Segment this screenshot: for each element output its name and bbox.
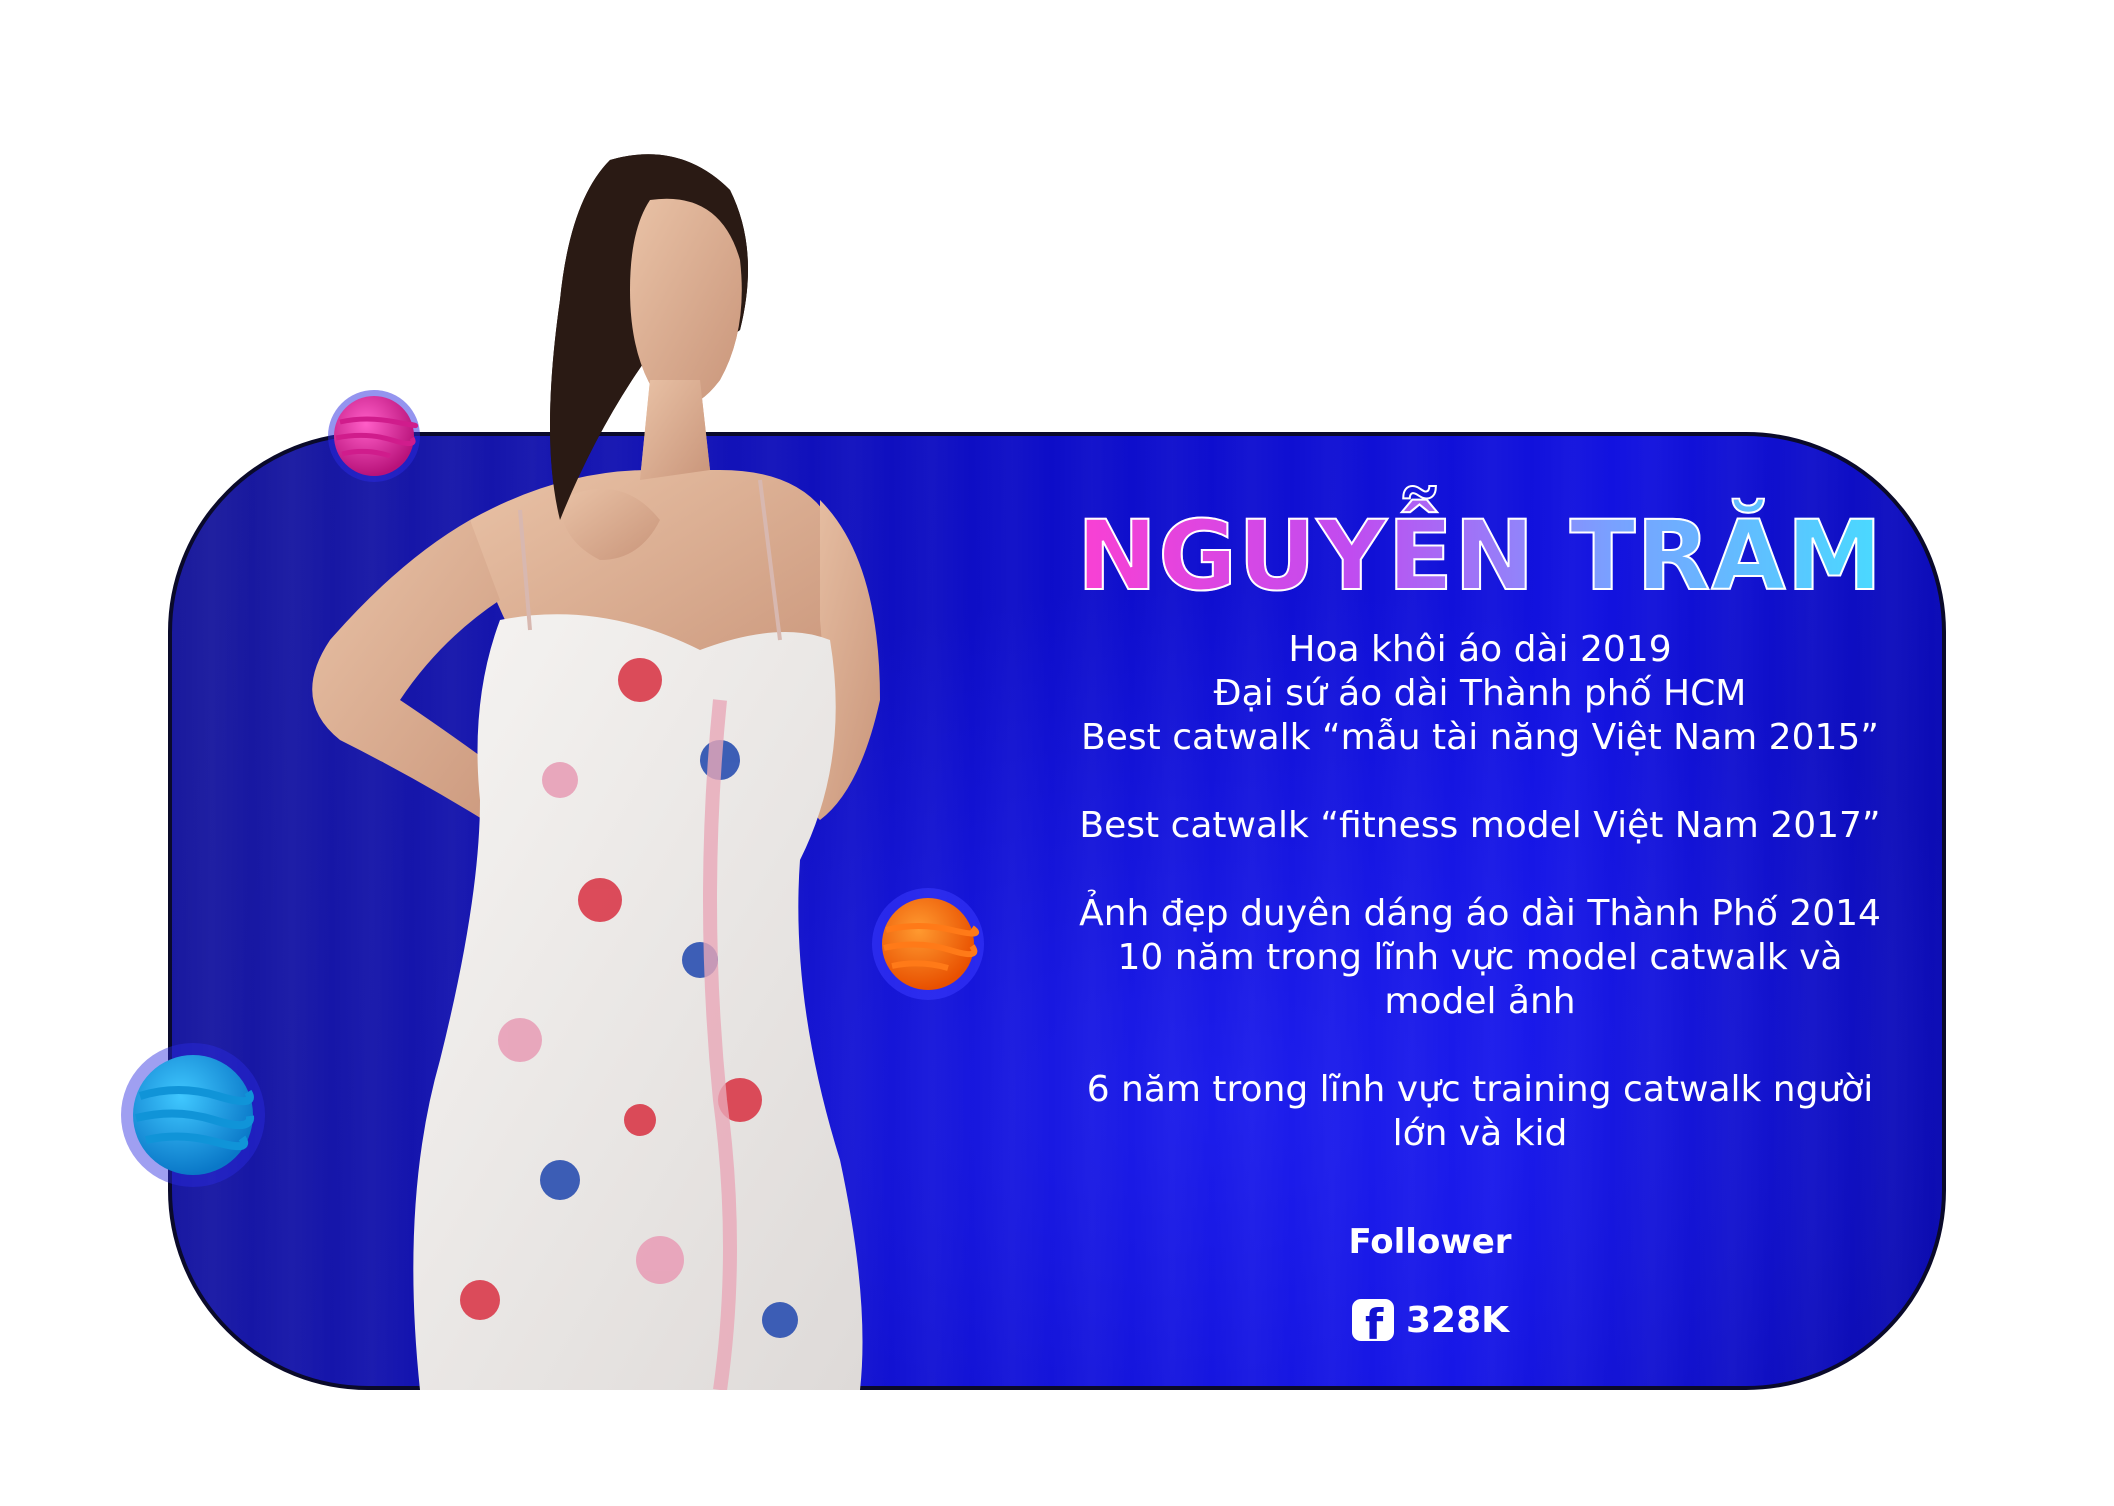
bio-line: 6 năm trong lĩnh vực training catwalk ng… <box>1086 1069 1874 1110</box>
bio-line: Best catwalk “mẫu tài năng Việt Nam 2015… <box>1081 717 1879 758</box>
bio-spacer <box>1040 848 1920 892</box>
facebook-icon[interactable]: f <box>1352 1299 1394 1349</box>
bio-line: Đại sứ áo dài Thành phố HCM <box>1213 673 1747 714</box>
blue-planet-icon <box>121 1043 265 1187</box>
facebook-followers[interactable]: f 328K <box>1352 1296 1510 1349</box>
orange-planet-icon <box>872 888 984 1000</box>
follower-label: Follower <box>1348 1222 1512 1262</box>
model-bio: Hoa khôi áo dài 2019 Đại sứ áo dài Thành… <box>1040 628 1920 1156</box>
follower-count: 328K <box>1406 1299 1510 1341</box>
bio-spacer <box>1040 1024 1920 1068</box>
bio-line: model ảnh <box>1384 981 1576 1022</box>
bio-spacer <box>1040 760 1920 804</box>
bio-line: Ảnh đẹp duyên dáng áo dài Thành Phố 2014 <box>1079 893 1881 934</box>
bio-line: lớn và kid <box>1392 1113 1568 1154</box>
pink-planet-icon <box>328 390 420 482</box>
bio-line: Hoa khôi áo dài 2019 <box>1288 629 1672 670</box>
model-name: NGUYỄN TRĂM <box>1050 499 1910 613</box>
bio-line: 10 năm trong lĩnh vực model catwalk và <box>1117 937 1843 978</box>
bio-line: Best catwalk “fitness model Việt Nam 201… <box>1079 805 1881 846</box>
